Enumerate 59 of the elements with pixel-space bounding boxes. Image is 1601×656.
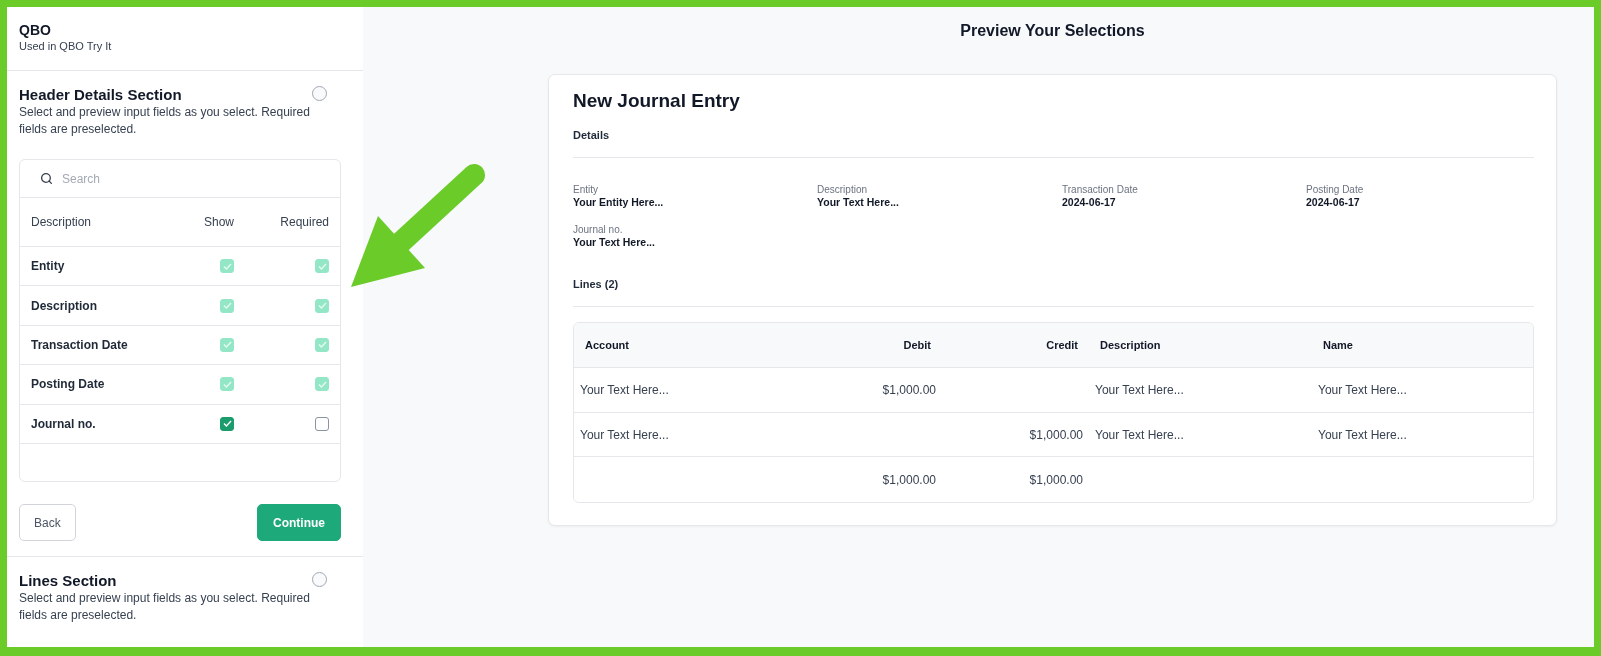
details-label: Details xyxy=(573,128,610,142)
column-header: Show xyxy=(203,215,234,229)
preview-heading: Preview Your Selections xyxy=(960,21,1145,41)
search-icon xyxy=(40,172,53,185)
detail-label: Journal no. xyxy=(573,223,623,236)
field-label: Entity xyxy=(31,259,65,274)
column-header: Debit xyxy=(902,339,932,351)
field-label: Description xyxy=(31,298,97,313)
check-icon xyxy=(222,302,232,310)
check-icon xyxy=(317,262,327,270)
detail-label: Entity xyxy=(573,183,598,196)
table-cell-text: Your Text Here... xyxy=(579,427,670,442)
check-icon xyxy=(222,380,232,388)
detail-label: Transaction Date xyxy=(1062,183,1138,196)
check-icon xyxy=(317,380,327,388)
column-header: Name xyxy=(1322,339,1354,351)
detail-label: Description xyxy=(817,183,868,196)
detail-value: Your Text Here... xyxy=(573,236,655,249)
column-header: Credit xyxy=(1045,339,1079,351)
table-cell-text: Your Text Here... xyxy=(579,383,670,397)
app-title: QBO xyxy=(19,21,51,39)
table-cell-text: Your Text Here... xyxy=(1317,427,1408,442)
table-cell-text: $1,000.00 xyxy=(881,383,937,397)
card-title: New Journal Entry xyxy=(573,89,740,113)
checkbox[interactable] xyxy=(220,416,234,431)
field-label: Journal no. xyxy=(31,416,96,431)
radio-button[interactable] xyxy=(312,86,327,101)
table-cell-text: $1,000.00 xyxy=(1028,427,1084,442)
radio-button[interactable] xyxy=(312,572,327,587)
detail-value: 2024-06-17 xyxy=(1062,196,1116,209)
column-header: Account xyxy=(584,339,630,351)
lines-label: Lines (2) xyxy=(573,277,619,291)
table-cell-text: $1,000.00 xyxy=(881,472,937,487)
detail-value: Your Text Here... xyxy=(817,196,899,209)
detail-value: 2024-06-17 xyxy=(1306,196,1360,209)
section-description: Select and preview input fields as you select. Required fields are preselected. xyxy=(19,104,311,137)
detail-value: Your Entity Here... xyxy=(573,196,664,209)
table-cell-text: Your Text Here... xyxy=(1094,427,1185,442)
checkbox[interactable] xyxy=(315,416,329,431)
detail-label: Posting Date xyxy=(1306,183,1364,196)
check-icon xyxy=(317,341,327,349)
check-icon xyxy=(222,420,232,428)
table-cell-text: $1,000.00 xyxy=(1028,472,1084,487)
column-header: Description xyxy=(31,215,92,229)
column-header: Description xyxy=(1099,339,1162,351)
search-field[interactable]: Search xyxy=(62,160,340,197)
check-icon xyxy=(317,302,327,310)
section-title: Header Details Section xyxy=(19,85,182,104)
table-cell-text: Your Text Here... xyxy=(1094,383,1185,397)
column-header: Required xyxy=(280,215,329,229)
table-cell-text: Your Text Here... xyxy=(1317,383,1408,397)
back-button[interactable]: Back xyxy=(19,504,76,541)
check-icon xyxy=(222,341,232,349)
section-description: Select and preview input fields as you select. Required fields are preselected. xyxy=(19,590,311,623)
field-label: Posting Date xyxy=(31,377,105,392)
check-icon xyxy=(222,262,232,270)
field-label: Transaction Date xyxy=(31,337,128,352)
section-title: Lines Section xyxy=(19,571,117,590)
app-subtitle: Used in QBO Try It xyxy=(19,39,112,54)
